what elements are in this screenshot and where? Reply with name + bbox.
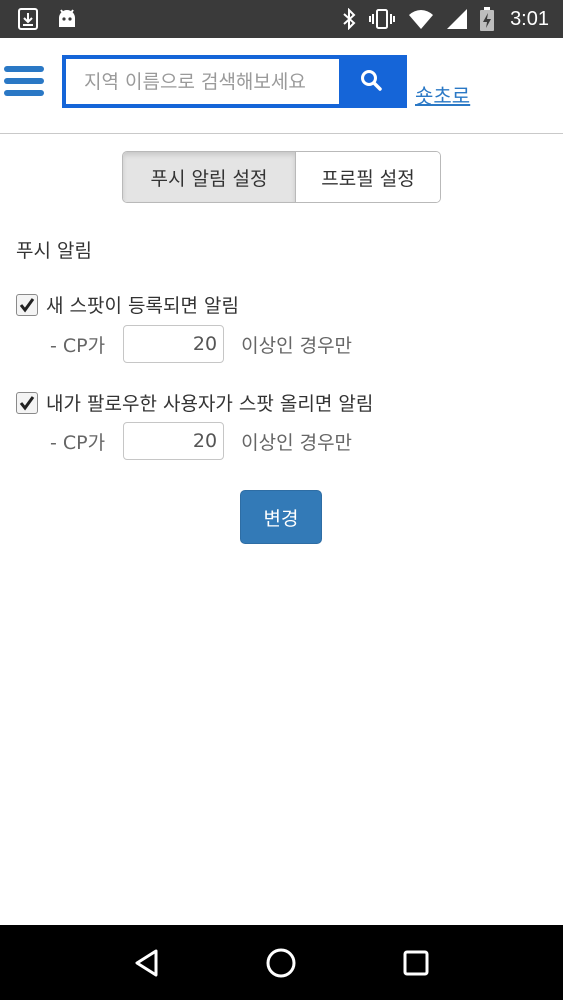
back-triangle-icon[interactable] <box>122 938 172 988</box>
change-button[interactable]: 변경 <box>240 490 322 544</box>
cp-suffix: 이상인 경우만 <box>241 431 353 454</box>
option-followed-user: 내가 팔로우한 사용자가 스팟 올리면 알림 <box>16 389 373 416</box>
followed-user-checkbox[interactable] <box>16 391 38 414</box>
cp-input-followed-user[interactable] <box>123 422 225 460</box>
status-bar: 3:01 <box>0 0 563 38</box>
shortcut-link[interactable]: 숏초로 <box>415 80 470 109</box>
option-label: 새 스팟이 등록되면 알림 <box>46 295 239 317</box>
hamburger-menu-icon[interactable] <box>4 66 44 100</box>
home-circle-icon[interactable] <box>256 938 306 988</box>
search-box <box>62 55 407 108</box>
search-input[interactable] <box>66 59 339 104</box>
navigation-bar <box>0 925 563 1000</box>
search-button[interactable] <box>339 59 403 104</box>
clock: 3:01 <box>510 7 549 30</box>
battery-charging-icon <box>480 7 495 31</box>
bluetooth-icon <box>342 8 356 30</box>
new-spot-checkbox[interactable] <box>16 293 38 316</box>
tab-push-settings[interactable]: 푸시 알림 설정 <box>123 152 296 202</box>
recents-square-icon[interactable] <box>391 938 441 988</box>
checkmark-icon <box>19 395 35 410</box>
top-bar: 숏초로 <box>0 38 563 134</box>
wifi-icon <box>408 8 434 30</box>
checkmark-icon <box>19 297 35 312</box>
cp-row-followed-user: - CP가 이상인 경우만 <box>50 422 352 460</box>
cp-input-new-spot[interactable] <box>123 325 225 363</box>
cp-suffix: 이상인 경우만 <box>241 334 353 357</box>
download-icon <box>18 8 38 30</box>
cp-prefix: - CP가 <box>50 431 106 454</box>
android-icon <box>56 9 78 29</box>
vibrate-icon <box>368 8 396 30</box>
cp-row-new-spot: - CP가 이상인 경우만 <box>50 325 352 363</box>
tab-profile-settings[interactable]: 프로필 설정 <box>296 152 440 202</box>
option-new-spot: 새 스팟이 등록되면 알림 <box>16 291 239 318</box>
search-icon <box>360 69 382 95</box>
cp-prefix: - CP가 <box>50 334 106 357</box>
settings-tabs: 푸시 알림 설정 프로필 설정 <box>122 151 441 203</box>
section-title: 푸시 알림 <box>16 240 92 262</box>
signal-icon <box>446 8 468 30</box>
option-label: 내가 팔로우한 사용자가 스팟 올리면 알림 <box>46 393 374 415</box>
